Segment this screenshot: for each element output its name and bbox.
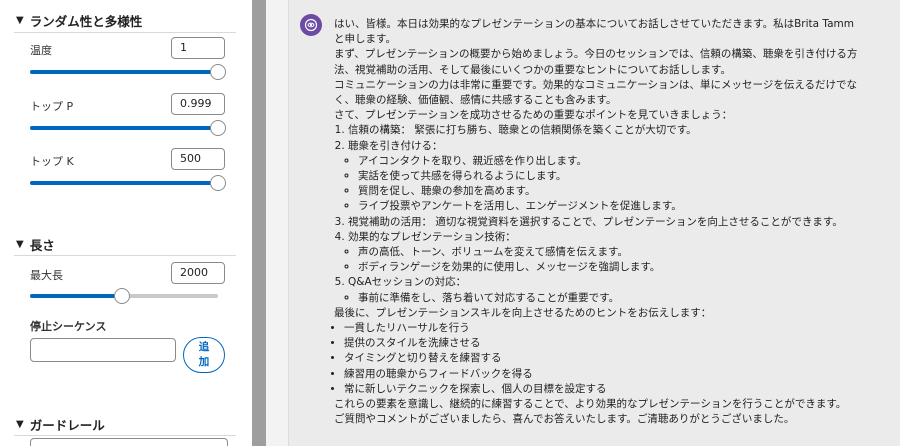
- slider-fill: [30, 126, 218, 130]
- list-item: Q&Aセッションの対応： 事前に準備をし、落ち着いて対応することが重要です。: [348, 275, 862, 305]
- list-item: 効果的なプレゼンテーション技術： 声の高低、トーン、ボリュームを変えて感情を伝え…: [348, 230, 862, 276]
- assistant-avatar-icon: [300, 14, 322, 36]
- list-item: 視覚補助の活用： 適切な視覚資料を選択することで、プレゼンテーションを向上させる…: [348, 215, 862, 230]
- list-item: 事前に準備をし、落ち着いて対応することが重要です。: [358, 291, 862, 306]
- slider-fill: [30, 181, 218, 185]
- max-length-slider[interactable]: [30, 288, 218, 304]
- tips-list: 一貫したリハーサルを行う 提供のスタイルを洗練させる タイミングと切り替えを練習…: [334, 321, 862, 397]
- sub-list: アイコンタクトを取り、親近感を作り出します。 実話を使って共感を得られるようにし…: [348, 154, 862, 215]
- sub-list: 声の高低、トーン、ボリュームを変えて感情を伝えます。 ボディランゲージを効果的に…: [348, 245, 862, 275]
- settings-sidebar: ▼ ランダム性と多様性 温度 1 トップ P 0.999 トップ K 500 ▼…: [0, 0, 246, 446]
- guardrails-section-header[interactable]: ▼ ガードレール: [16, 415, 105, 434]
- add-stop-sequence-button[interactable]: 追加: [183, 337, 225, 373]
- list-item: 練習用の聴衆からフィードバックを得る: [344, 367, 862, 382]
- list-item: 実話を使って共感を得られるようにします。: [358, 169, 862, 184]
- section-divider: [14, 255, 236, 256]
- temperature-input[interactable]: 1: [171, 37, 225, 59]
- slider-thumb[interactable]: [210, 175, 226, 191]
- message-paragraph: はい、皆様。本日は効果的なプレゼンテーションの基本についてお話しさせていただきま…: [334, 18, 855, 46]
- temperature-label: 温度: [30, 44, 52, 57]
- stop-sequences-label: 停止シーケンス: [30, 320, 107, 333]
- temperature-slider[interactable]: [30, 64, 226, 80]
- list-item: 提供のスタイルを洗練させる: [344, 336, 862, 351]
- slider-thumb[interactable]: [210, 120, 226, 136]
- list-item: 質問を促し、聴衆の参加を高めます。: [358, 184, 862, 199]
- caret-down-icon: ▼: [16, 419, 24, 430]
- length-section-header[interactable]: ▼ 長さ: [16, 235, 55, 254]
- list-item: アイコンタクトを取り、親近感を作り出します。: [358, 154, 862, 169]
- panel-resize-handle[interactable]: [252, 0, 266, 446]
- list-item: 聴衆を引き付ける： アイコンタクトを取り、親近感を作り出します。 実話を使って共…: [348, 139, 862, 215]
- message-paragraph: コミュニケーションの力は非常に重要です。効果的なコミュニケーションは、単にメッセ…: [334, 78, 858, 107]
- max-length-input[interactable]: 2000: [171, 262, 225, 284]
- top-p-input[interactable]: 0.999: [171, 93, 225, 115]
- randomness-section-title: ランダム性と多様性: [29, 14, 143, 29]
- list-item: ボディランゲージを効果的に使用し、メッセージを強調します。: [358, 260, 862, 275]
- section-divider: [14, 32, 236, 33]
- sub-list: 事前に準備をし、落ち着いて対応することが重要です。: [348, 291, 862, 306]
- caret-down-icon: ▼: [16, 239, 24, 250]
- top-k-input[interactable]: 500: [171, 148, 225, 170]
- slider-fill: [30, 294, 122, 298]
- list-item: 声の高低、トーン、ボリュームを変えて感情を伝えます。: [358, 245, 862, 260]
- assistant-message-text: はい、皆様。本日は効果的なプレゼンテーションの基本についてお話しさせていただきま…: [334, 17, 862, 427]
- message-paragraph: ご質問やコメントがございましたら、喜んでお答えいたします。ご清聴ありがとうござい…: [334, 413, 795, 426]
- list-item: ライブ投票やアンケートを活用し、エンゲージメントを促進します。: [358, 199, 862, 214]
- slider-thumb[interactable]: [114, 288, 130, 304]
- list-item: 常に新しいテクニックを探索し、個人の目標を設定する: [344, 382, 862, 397]
- top-p-slider[interactable]: [30, 120, 226, 136]
- stop-sequence-input[interactable]: [30, 338, 176, 362]
- slider-fill: [30, 70, 218, 74]
- message-paragraph: 最後に、プレゼンテーションスキルを向上させるためのヒントをお伝えします：: [334, 306, 712, 319]
- section-divider: [14, 435, 236, 436]
- top-k-slider[interactable]: [30, 175, 226, 191]
- message-paragraph: さて、プレゼンテーションを成功させるための重要なポイントを見ていきましょう：: [334, 109, 733, 122]
- slider-thumb[interactable]: [210, 64, 226, 80]
- message-paragraph: これらの要素を意識し、継続的に練習することで、より効果的なプレゼンテーションを行…: [334, 398, 847, 411]
- top-k-label: トップ K: [30, 155, 74, 168]
- guardrails-section-title: ガードレール: [29, 418, 105, 433]
- key-points-list: 信頼の構築： 緊張に打ち勝ち、聴衆との信頼関係を築くことが大切です。 聴衆を引き…: [334, 123, 862, 305]
- caret-down-icon: ▼: [16, 15, 24, 26]
- message-paragraph: まず、プレゼンテーションの概要から始めましょう。今日のセッションでは、信頼の構築…: [334, 48, 858, 76]
- guardrail-select[interactable]: [30, 438, 228, 446]
- list-item: 信頼の構築： 緊張に打ち勝ち、聴衆との信頼関係を築くことが大切です。: [348, 123, 862, 138]
- list-item: 一貫したリハーサルを行う: [344, 321, 862, 336]
- top-p-label: トップ P: [30, 100, 74, 113]
- length-section-title: 長さ: [29, 238, 55, 253]
- max-length-label: 最大長: [30, 269, 63, 282]
- randomness-section-header[interactable]: ▼ ランダム性と多様性: [16, 11, 142, 30]
- list-item: タイミングと切り替えを練習する: [344, 351, 862, 366]
